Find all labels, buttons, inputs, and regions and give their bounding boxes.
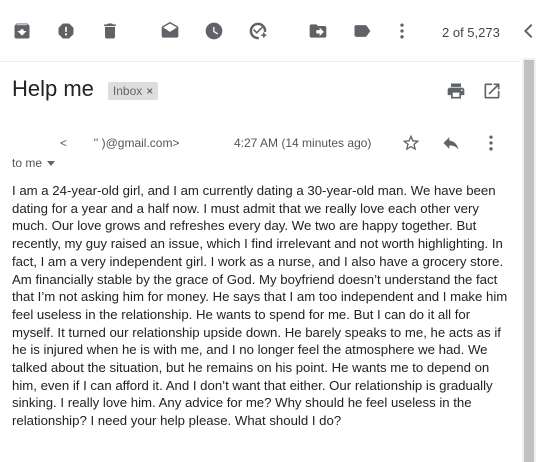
star-icon[interactable]	[401, 133, 421, 153]
add-task-icon[interactable]	[248, 21, 268, 41]
delete-icon[interactable]	[100, 21, 120, 41]
inbox-label-chip[interactable]: Inbox ×	[107, 81, 159, 100]
label-text: Inbox	[112, 83, 143, 98]
message-timestamp: 4:27 AM (14 minutes ago)	[234, 136, 372, 150]
archive-icon[interactable]	[12, 21, 32, 41]
print-icon[interactable]	[446, 81, 466, 101]
subject-row: Help me Inbox ×	[12, 76, 159, 102]
move-to-icon[interactable]	[308, 21, 328, 41]
recipient-text: to me	[12, 156, 43, 170]
scrollbar-thumb[interactable]	[524, 60, 534, 462]
snooze-icon[interactable]	[204, 21, 224, 41]
chevron-left-icon[interactable]	[520, 22, 536, 40]
labels-icon[interactable]	[352, 21, 372, 41]
email-body: I am a 24-year-old girl, and I am curren…	[12, 183, 508, 429]
more-vert-icon[interactable]	[392, 21, 412, 41]
reply-icon[interactable]	[441, 133, 461, 153]
message-more-icon[interactable]	[481, 133, 501, 153]
open-in-new-window-icon[interactable]	[482, 81, 502, 101]
report-spam-icon[interactable]	[56, 21, 76, 41]
toolbar: 2 of 5,273	[0, 0, 533, 62]
sender-address: < '' )@gmail.com>	[60, 136, 180, 150]
caret-down-icon[interactable]	[47, 160, 56, 166]
mark-unread-icon[interactable]	[160, 21, 180, 41]
remove-label-icon[interactable]: ×	[146, 84, 153, 98]
email-subject: Help me	[12, 76, 94, 101]
recipient-toggle[interactable]: to me	[12, 156, 56, 170]
message-counter: 2 of 5,273	[442, 25, 500, 40]
